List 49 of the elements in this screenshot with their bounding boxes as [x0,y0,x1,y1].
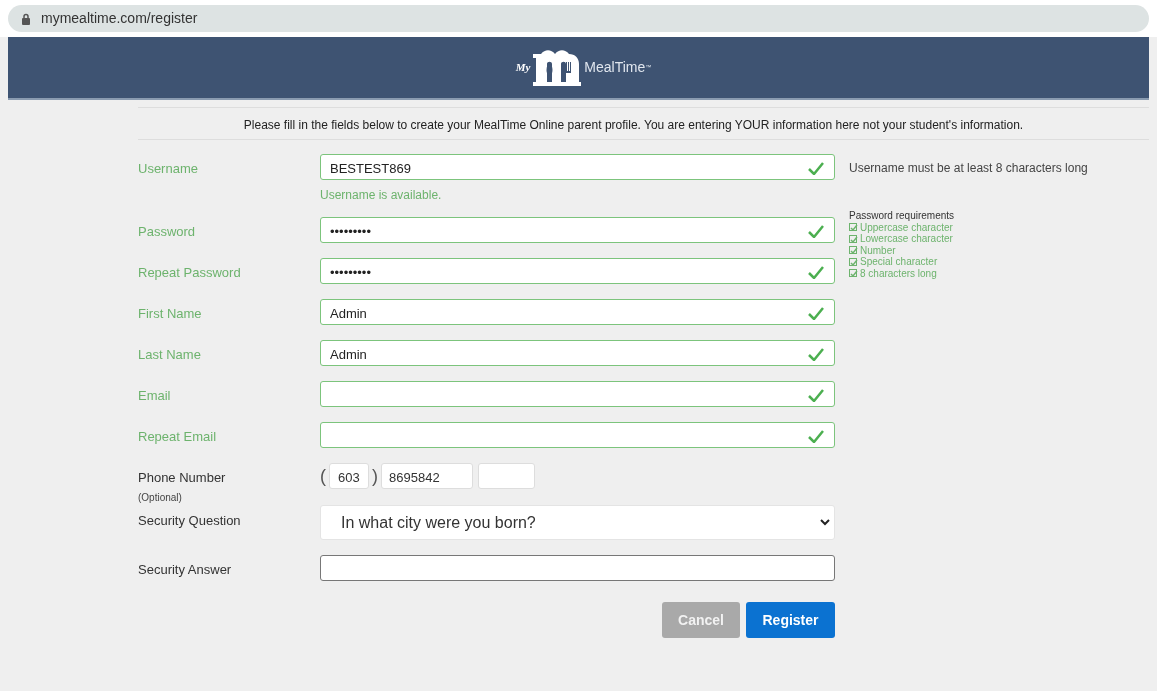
requirement-text: Special character [860,256,938,268]
field-label: Last Name [138,346,202,364]
area-code-field[interactable]: 603 [329,463,369,489]
check-icon [808,430,824,443]
paren-text: ) [372,464,378,488]
check-icon [808,225,824,238]
check-icon [808,162,824,175]
field-label: Username [138,160,199,178]
requirements-title: Password requirements [849,210,955,222]
text-field[interactable]: ••••••••• [320,258,835,284]
paren-text: ( [320,464,326,488]
optional-note: (Optional) [138,490,183,505]
field-label: First Name [138,305,203,323]
check-icon [808,266,824,279]
field-label: Email [138,387,172,405]
status-message: Username is available. [320,187,443,204]
check-icon [808,389,824,402]
logo-icon [533,49,582,86]
text-field[interactable]: Admin [320,299,835,325]
chevron-down-icon [820,519,830,526]
phone-number-field[interactable]: 8695842 [381,463,473,489]
text-field[interactable]: ••••••••• [320,217,835,243]
text-field[interactable]: Admin [320,340,835,366]
logo-name: MealTime$^{™}$ [584,58,652,77]
check-icon [808,307,824,320]
field-label: Password [138,223,197,241]
lock-icon [21,12,31,25]
text-field[interactable]: BESTEST869 [320,154,835,180]
select-field[interactable]: In what city were you born? [320,505,835,540]
answer-field[interactable] [320,555,835,581]
field-label: Repeat Password [138,264,242,282]
field-label: Security Question [138,512,242,530]
url-text[interactable]: mymealtime.com/register [41,8,198,29]
logo-prefix: My [515,60,531,76]
intro-text: Please fill in the fields below to create your MealTime Online parent profile. You are entering YOUR information here not your student's information. [242,117,1025,134]
text-field[interactable] [320,422,835,448]
field-label: Phone Number [138,469,227,487]
requirement-text: Uppercase character [860,221,953,233]
check-icon [808,348,824,361]
text-field[interactable] [320,381,835,407]
hint-text: Username must be at least 8 characters long [849,160,1088,177]
field-label: Security Answer [138,561,233,579]
address-bar[interactable]: mymealtime.com/register [8,5,1149,32]
requirement-text: Number [860,244,896,256]
requirement-text: 8 characters long [860,267,937,279]
requirement-text: Lowercase character [860,233,953,245]
extension-field[interactable] [478,463,535,489]
field-label: Repeat Email [138,428,218,446]
register-button[interactable]: Register [746,602,835,638]
